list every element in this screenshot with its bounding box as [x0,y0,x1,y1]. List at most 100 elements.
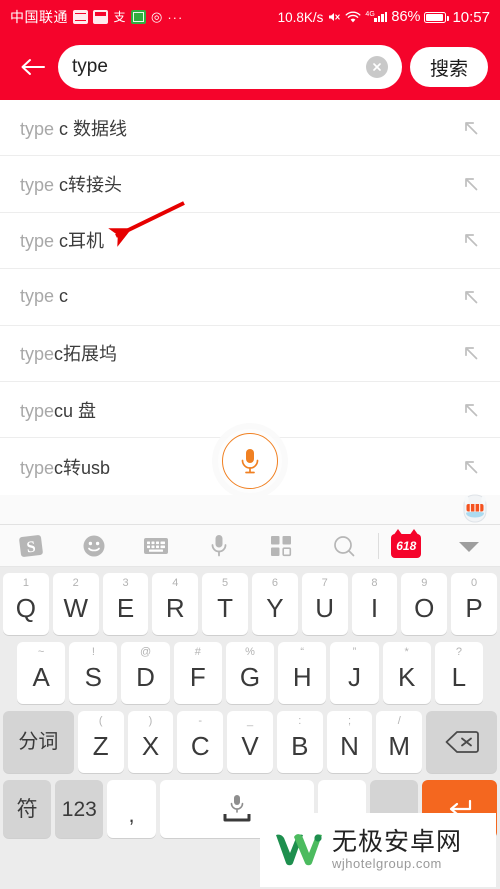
weibo-icon: ◎ [151,9,163,24]
key-h[interactable]: “H [278,642,327,704]
suggestion-label: typec拓展坞 [20,340,117,366]
key-d[interactable]: @ D [121,642,170,704]
suggestion-label: type c 数据线 [20,115,127,141]
cat-mask-sticker-icon[interactable] [458,493,492,525]
key-label: B [291,731,309,761]
keyboard-switch-button[interactable] [125,525,188,567]
suggestion-suffix: cu 盘 [54,400,97,421]
search-box[interactable] [58,45,402,89]
keyboard-icon [144,537,169,554]
voice-button-circle[interactable] [222,433,278,489]
key-label: G [239,662,261,692]
suggestion-prefix: type [20,175,55,196]
key-x[interactable]: ) X [127,711,174,773]
key-w[interactable]: 2W [52,573,99,635]
key-label: M [388,731,411,761]
suggestion-label: type c [20,286,68,307]
suggestion-suffix: c [54,286,69,307]
apps-grid-button[interactable] [250,525,313,567]
back-button[interactable] [12,46,54,88]
search-button[interactable]: 搜索 [410,47,488,87]
suggestion-suffix: c转接头 [54,175,123,196]
arrow-up-left-icon[interactable] [460,229,482,251]
key-v[interactable]: _ V [227,711,273,773]
suggestion-item[interactable]: type c [0,269,500,326]
key-t[interactable]: 5T [202,573,248,635]
key-a[interactable]: ~ A [17,642,66,704]
arrow-up-left-icon[interactable] [460,399,482,421]
status-bar-right: 10.8K/s 4G 86% 10:57 [278,9,490,26]
key-numbers[interactable]: 123 [55,780,104,838]
w-logo-icon [272,829,324,871]
key-c[interactable]: -C [177,711,224,773]
clock-label: 10:57 [452,8,490,26]
key-label: S [84,662,103,692]
collapse-keyboard-button[interactable] [438,525,500,567]
key-backspace[interactable] [426,711,498,773]
key-sup: 7 [321,577,328,589]
arrow-up-left-icon[interactable] [460,456,482,478]
keyboard-row-3: 分词 (Z ) X -C _ V :B ; N / M [2,711,498,773]
clear-button[interactable] [366,56,388,78]
key-q[interactable]: 1Q [3,573,49,635]
key-symbols[interactable]: 符 [3,780,52,838]
search-input[interactable] [72,56,366,78]
key-sup: _ [246,715,254,727]
key-sup: 8 [371,577,378,589]
ime-voice-button[interactable] [188,525,251,567]
key-s[interactable]: ! S [69,642,118,704]
suggestion-item[interactable]: type c耳机 [0,213,500,270]
space-mic-icon [223,795,251,822]
subway-card-icon [93,10,108,24]
emoji-button[interactable] [63,525,126,567]
key-l[interactable]: ? L [434,642,483,704]
key-k[interactable]: * K [382,642,431,704]
key-label: C [190,731,210,761]
grid-apps-icon [271,535,292,556]
arrow-up-left-icon[interactable] [460,117,482,139]
key-i[interactable]: 8I [351,573,398,635]
arrow-up-left-icon[interactable] [460,342,482,364]
key-r[interactable]: 4R [152,573,199,635]
key-label: F [189,662,206,692]
alipay-icon: 支 [113,10,126,24]
arrow-up-left-icon[interactable] [460,173,482,195]
suggestion-prefix: type [20,457,55,478]
key-label: Z [92,731,109,761]
keyboard-row-1: 1Q 2W 3E 4R 5T 6Y 7U 8I 9O 0P [3,573,497,635]
search-header: 搜索 [0,34,500,100]
key-comma[interactable]: , [107,780,156,838]
wifi-icon [345,11,361,24]
key-u[interactable]: 7U [301,573,348,635]
key-z[interactable]: (Z [77,711,124,773]
key-label: K [397,662,416,692]
key-g[interactable]: % G [225,642,275,704]
sogou-logo-button[interactable]: S [0,525,63,567]
ime-search-button[interactable] [313,525,376,567]
key-p[interactable]: 0P [451,573,497,635]
key-sup: 9 [421,577,428,589]
back-arrow-icon [21,59,45,75]
key-o[interactable]: 9O [401,573,448,635]
key-f[interactable]: # F [173,642,222,704]
suggestion-item[interactable]: typec拓展坞 [0,326,500,382]
key-j[interactable]: ” J [330,642,379,704]
floating-voice-search-button[interactable] [218,429,282,499]
watermark-url: wjhotelgroup.com [332,856,442,872]
suggestion-item[interactable]: type c 数据线 [0,100,500,157]
key-m[interactable]: / M [376,711,423,773]
watermark-title: 无极安卓网 [332,827,463,856]
key-sup: % [245,646,255,658]
key-label: , [128,802,135,827]
key-b[interactable]: :B [276,711,323,773]
key-n[interactable]: ; N [326,711,373,773]
key-sup: ? [455,646,462,658]
arrow-up-left-icon[interactable] [460,286,482,308]
key-e[interactable]: 3E [102,573,149,635]
suggestion-item[interactable]: type c转接头 [0,156,500,213]
signal-generation-label: 4G [365,11,375,18]
promo-618-button[interactable]: 618 [375,525,438,567]
key-y[interactable]: 6Y [252,573,298,635]
keyboard: 1Q 2W 3E 4R 5T 6Y 7U 8I 9O 0P ~ A ! S @ D #… [0,567,500,849]
key-word-split[interactable]: 分词 [2,711,74,773]
